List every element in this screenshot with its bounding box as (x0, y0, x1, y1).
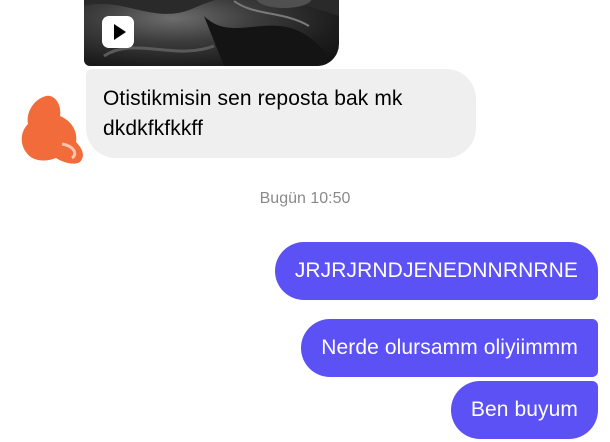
incoming-message-bubble[interactable]: Otistikmisin sen reposta bak mk dkdkfkfk… (86, 69, 476, 158)
outgoing-message-bubble[interactable]: JRJRJRNDJENEDNNRNRNE (274, 242, 598, 300)
message-timestamp: Bugün 10:50 (259, 190, 351, 207)
avatar[interactable] (18, 92, 86, 166)
outgoing-message-bubble[interactable]: Nerde olursamm oliyiimmm (301, 319, 598, 377)
outgoing-message-bubble[interactable]: Ben buyum (450, 381, 598, 439)
play-icon (102, 16, 134, 48)
video-message-thumbnail[interactable] (84, 0, 339, 66)
chat-thread: Otistikmisin sen reposta bak mk dkdkfkfk… (0, 0, 610, 442)
incoming-message-line1: Otistikmisin sen reposta bak mk (103, 87, 403, 110)
incoming-message-line2: dkdkfkfkkff (103, 117, 203, 140)
